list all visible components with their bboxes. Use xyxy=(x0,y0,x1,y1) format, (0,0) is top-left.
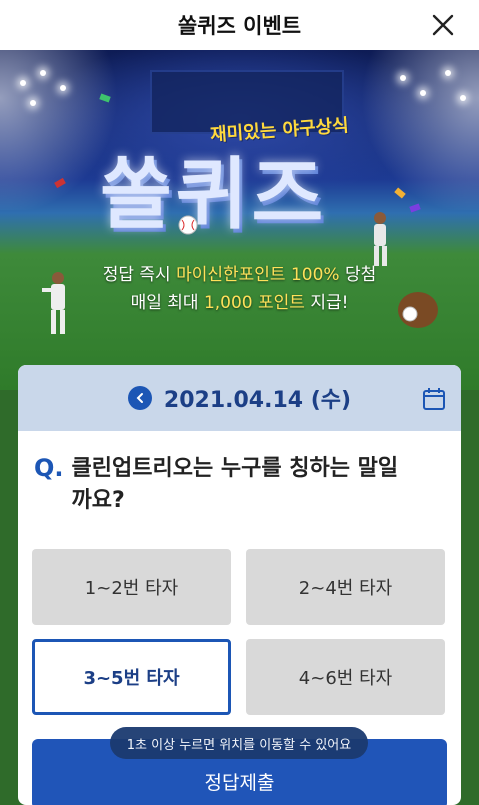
question-marker: Q. xyxy=(34,454,64,482)
event-banner: 재미있는 야구상식 쏠퀴즈 정답 즉시 마이신한포인트 100% 당첨 매일 최… xyxy=(0,50,479,390)
banner-logo: 쏠퀴즈 xyxy=(100,150,328,240)
promo-line-2-highlight: 1,000 포인트 xyxy=(203,293,305,313)
option-3-5-batter[interactable]: 3~5번 타자 xyxy=(32,639,231,715)
promo-line-1-prefix: 정답 즉시 xyxy=(102,265,177,285)
baseball-icon xyxy=(178,215,198,235)
option-1-2-batter[interactable]: 1~2번 타자 xyxy=(32,549,231,625)
previous-date-button[interactable] xyxy=(127,386,152,410)
quiz-date: 2021.04.14 (수) xyxy=(163,388,352,413)
close-icon xyxy=(432,14,454,36)
promo-line-1-highlight: 마이신한포인트 100% xyxy=(176,265,340,285)
question-line-2: 까요? xyxy=(71,488,125,513)
promo-line-2: 매일 최대 1,000 포인트 지급! xyxy=(0,288,479,313)
option-4-6-batter[interactable]: 4~6번 타자 xyxy=(246,639,445,715)
promo-line-1: 정답 즉시 마이신한포인트 100% 당첨 xyxy=(0,260,479,285)
close-button[interactable] xyxy=(425,7,461,43)
question-text: 클린업트리오는 누구를 칭하는 말일 까요? xyxy=(72,453,399,517)
page-title: 쏠퀴즈 이벤트 xyxy=(177,14,302,38)
question-block: Q. 클린업트리오는 누구를 칭하는 말일 까요? xyxy=(18,431,461,517)
chevron-left-icon xyxy=(136,393,143,403)
question-line-1: 클린업트리오는 누구를 칭하는 말일 xyxy=(71,456,399,481)
calendar-button[interactable] xyxy=(421,386,447,412)
top-bar: 쏠퀴즈 이벤트 xyxy=(0,0,479,50)
date-bar: 2021.04.14 (수) xyxy=(18,365,461,431)
drag-hint-tooltip: 1초 이상 누르면 위치를 이동할 수 있어요 xyxy=(110,727,368,759)
calendar-icon xyxy=(423,388,445,410)
promo-line-1-suffix: 당첨 xyxy=(339,265,377,285)
promo-line-2-prefix: 매일 최대 xyxy=(130,293,204,313)
promo-line-2-suffix: 지급! xyxy=(304,293,349,313)
option-2-4-batter[interactable]: 2~4번 타자 xyxy=(246,549,445,625)
